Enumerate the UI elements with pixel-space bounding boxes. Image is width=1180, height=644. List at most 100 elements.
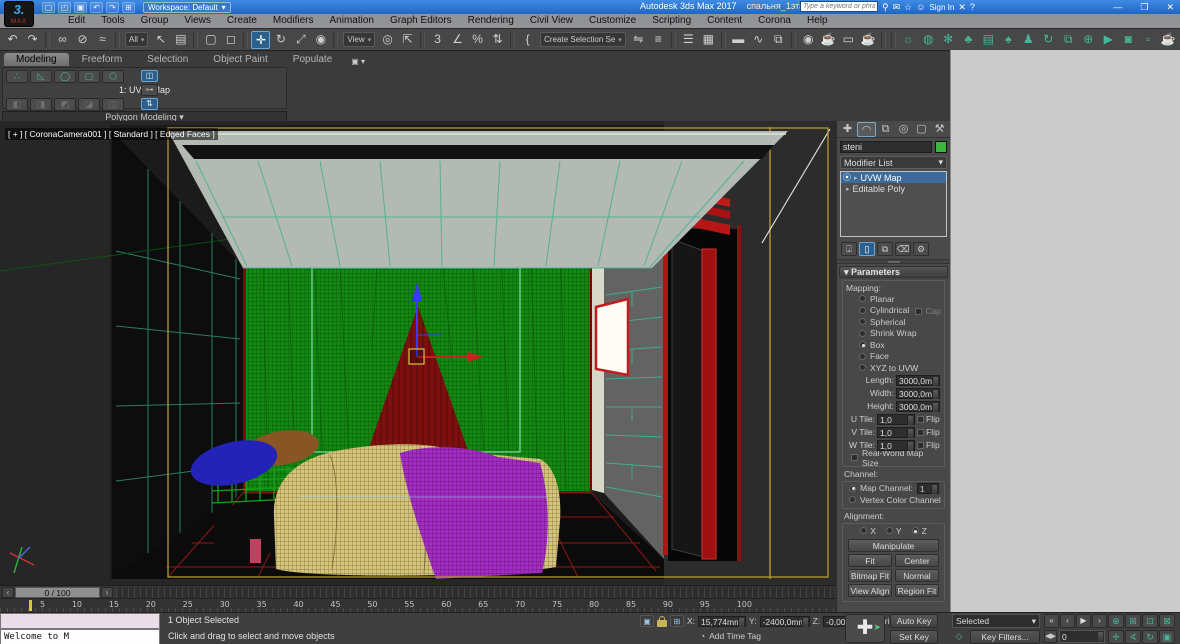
preview-border-icon[interactable]: ◩ [54,98,76,111]
current-frame-marker[interactable] [29,600,32,611]
communication-center-icon[interactable]: ✉ [893,0,901,14]
menu-item[interactable]: Graph Editors [382,14,460,28]
close-button[interactable]: ✕ [1166,2,1174,13]
named-selection-set-dropdown[interactable]: Create Selection Se▾ [540,32,626,47]
stack-row-uvw-map[interactable]: ⦿ ▸ UVW Map [841,172,946,183]
show-end-result-ribbon-icon[interactable]: ⊶ [141,84,158,96]
map-channel-radio[interactable]: Map Channel: 1 [845,483,942,495]
isolate-selection-icon[interactable]: ▣ [640,615,654,627]
pan-icon[interactable]: ✛ [1108,630,1124,644]
preview-edge-icon[interactable]: ◨ [30,98,52,111]
polygon-subobject-icon[interactable]: ▢ [78,70,100,83]
time-slider-groove[interactable] [116,587,834,598]
ribbon-tab[interactable]: Populate [281,53,344,66]
sign-in-button[interactable]: Sign In [929,3,954,12]
field-of-view-icon[interactable]: ∢ [1125,630,1141,644]
corona-layers-icon[interactable]: ⧉ [1059,31,1078,49]
maxscript-mini-listener[interactable] [0,613,160,629]
mirror-icon[interactable]: ⇋ [629,31,648,49]
flip-checkbox[interactable] [917,416,924,423]
current-frame-field[interactable]: 0 [1059,630,1105,643]
dimension-spinner[interactable]: 3000,0m [896,401,940,412]
save-file-icon[interactable]: ▣ [74,2,87,13]
corona-list-lister-icon[interactable]: ▤ [979,31,998,49]
toggle-ribbon-icon[interactable]: ▬ [729,31,748,49]
reference-coordinate-dropdown[interactable]: View▾ [343,32,375,47]
keyable-filter-icon[interactable]: ◇ [952,630,966,643]
new-scene-icon[interactable]: ▢ [42,2,55,13]
view-align-button[interactable]: View Align [848,584,892,597]
element-subobject-icon[interactable]: ⬠ [102,70,124,83]
toggle-scene-explorer-icon[interactable]: ☰ [679,31,698,49]
mapping-radio[interactable]: Box [845,339,942,351]
rendered-frame-window-icon[interactable]: ▭ [839,31,858,49]
minimize-button[interactable]: — [1113,2,1122,12]
go-to-start-button[interactable]: « [1044,614,1059,628]
percent-snap-icon[interactable]: % [468,31,487,49]
zoom-all-icon[interactable]: ⊞ [1125,614,1141,628]
project-folder-icon[interactable]: ⊞ [122,2,135,13]
search-input[interactable] [800,1,878,12]
favorites-star-icon[interactable]: ☆ [904,0,912,14]
menu-item[interactable]: Create [219,14,265,28]
create-key-button[interactable]: ✚➤ [845,614,885,643]
corona-camera-icon[interactable]: ◙ [1119,31,1138,49]
key-filters-button[interactable]: Key Filters... [970,630,1040,644]
mapping-radio[interactable]: Shrink Wrap [845,328,942,340]
window-crossing-icon[interactable]: ◻ [221,31,240,49]
parameters-rollout-header[interactable]: ▾ Parameters [839,266,948,278]
object-color-swatch[interactable] [935,141,947,153]
select-by-name-icon[interactable]: ▤ [171,31,190,49]
undo-icon[interactable]: ↶ [3,31,22,49]
camera-viewport[interactable]: [ + ] [ CoronaCamera001 ] [ Standard ] [… [0,121,836,585]
scene-3d[interactable] [0,121,836,585]
pin-stack-ribbon-icon[interactable]: ◫ [141,70,158,82]
select-and-place-icon[interactable]: ◉ [311,31,330,49]
manipulate-button[interactable]: Manipulate [848,539,939,552]
select-and-manipulate-icon[interactable]: ⇱ [398,31,417,49]
ribbon-tab[interactable]: Object Paint [201,53,279,66]
object-name-field[interactable]: steni [840,141,932,153]
fit-button[interactable]: Fit [848,554,892,567]
redo-icon[interactable]: ↷ [23,31,42,49]
tab-create[interactable]: ✚ [839,122,856,137]
show-end-result-icon[interactable]: ▯ [859,242,875,256]
tab-hierarchy[interactable]: ⧉ [877,122,894,137]
axis-radio[interactable]: Y [886,525,902,537]
curve-editor-icon[interactable]: ∿ [749,31,768,49]
3ds-max-logo-icon[interactable]: 3. MAX [4,1,34,27]
menu-item[interactable]: Tools [93,14,132,28]
center-button[interactable]: Center [895,554,939,567]
pin-stack-icon[interactable]: ⍗ [841,242,857,256]
schematic-view-icon[interactable]: ⧉ [769,31,788,49]
corona-material-icon[interactable]: ◍ [919,31,938,49]
collapse-stack-icon[interactable]: ⇅ [141,98,158,110]
exchange-apps-icon[interactable]: ✕ [958,0,966,14]
add-time-tag[interactable]: ◔ Add Time Tag [700,631,761,641]
previous-frame-arrow[interactable]: ‹ [2,587,14,598]
zoom-icon[interactable]: ⊕ [1108,614,1124,628]
vertex-color-radio[interactable]: Vertex Color Channel [845,494,942,506]
select-and-scale-icon[interactable]: ⤢ [291,31,310,49]
remove-modifier-icon[interactable]: ⌫ [895,242,911,256]
menu-item[interactable]: Civil View [522,14,581,28]
preview-vertex-icon[interactable]: ◧ [6,98,28,111]
menu-item[interactable]: Modifiers [265,14,322,28]
use-pivot-center-icon[interactable]: ◎ [378,31,397,49]
select-and-link-icon[interactable]: ∞ [53,31,72,49]
undo-small-icon[interactable]: ↶ [90,2,103,13]
y-coordinate-field[interactable]: -2400,0mm [760,616,810,627]
mapping-radio[interactable]: Spherical [845,316,942,328]
zoom-extents-icon[interactable]: ⊡ [1142,614,1158,628]
preview-polygon-icon[interactable]: ◪ [78,98,100,111]
border-subobject-icon[interactable]: ◯ [54,70,76,83]
mapping-radio[interactable]: Planar [845,293,942,305]
menu-item[interactable]: Rendering [460,14,522,28]
next-frame-button[interactable]: › [1092,614,1107,628]
menu-item[interactable]: Corona [750,14,799,28]
mapping-radio[interactable]: XYZ to UVW [845,362,942,374]
corona-interactive-render-icon[interactable]: ▶ [1099,31,1118,49]
scene-picture-frame[interactable] [596,299,628,375]
ribbon-tab[interactable]: Modeling [4,53,69,66]
toggle-layer-explorer-icon[interactable]: ▦ [699,31,718,49]
